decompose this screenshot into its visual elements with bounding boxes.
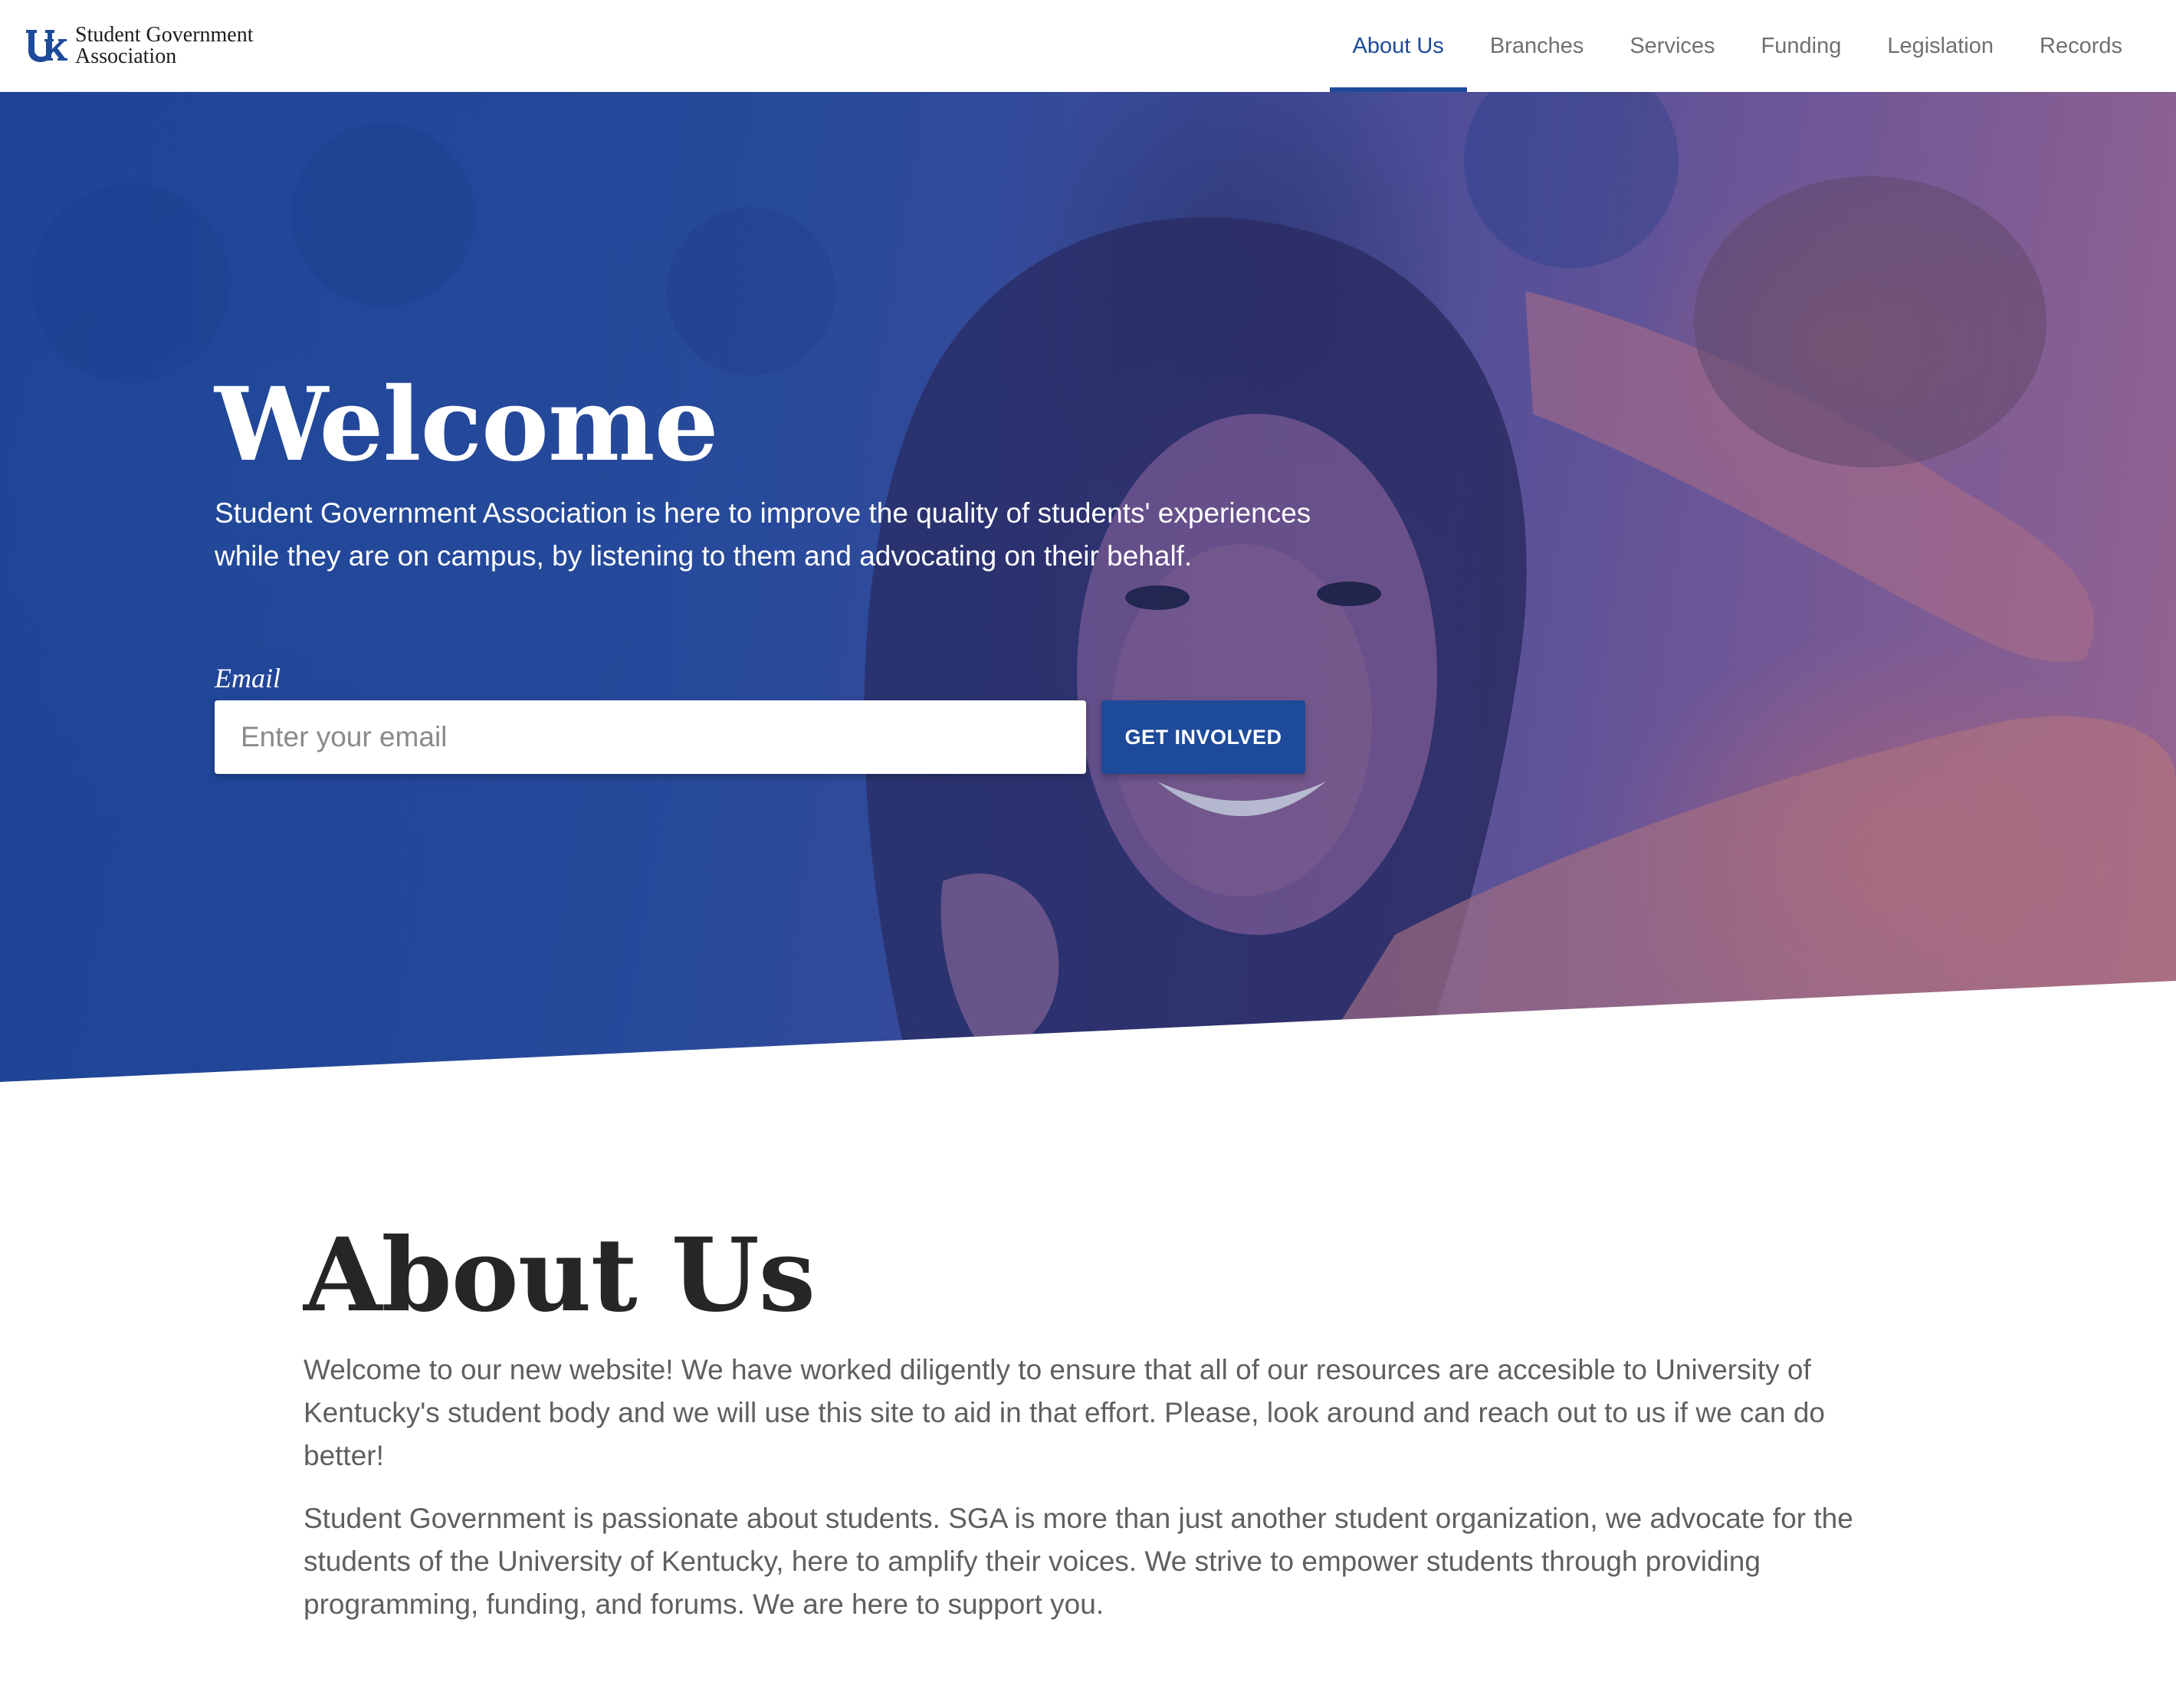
email-input[interactable] — [215, 700, 1086, 774]
brand-logo-link[interactable]: Student Government Association — [25, 25, 254, 67]
get-involved-button[interactable]: GET INVOLVED — [1101, 700, 1305, 774]
hero-title: Welcome — [215, 366, 719, 484]
about-title: About Us — [304, 1216, 816, 1335]
about-paragraph-1: Welcome to our new website! We have work… — [304, 1354, 1826, 1471]
about-paragraph-2: Student Government is passionate about s… — [304, 1503, 1853, 1620]
about-section: About Us Welcome to our new website! We … — [304, 1218, 1867, 1626]
email-label: Email — [215, 663, 281, 693]
hero-subtitle: Student Government Association is here t… — [215, 497, 1311, 572]
nav-item-legislation[interactable]: Legislation — [1864, 0, 2017, 92]
hero-content: Welcome Student Government Association i… — [215, 368, 1334, 774]
brand-name-line2: Association — [75, 44, 177, 68]
nav-item-about-us[interactable]: About Us — [1329, 0, 1468, 92]
nav-item-services[interactable]: Services — [1607, 0, 1738, 92]
hero-section: Welcome Student Government Association i… — [0, 92, 2176, 1082]
nav-item-branches[interactable]: Branches — [1467, 0, 1607, 92]
site-header: Student Government Association About Us … — [0, 0, 2176, 92]
nav-item-records[interactable]: Records — [2017, 0, 2145, 92]
brand-name: Student Government Association — [75, 25, 254, 67]
uk-logo-icon — [26, 30, 67, 62]
signup-form: GET INVOLVED — [215, 700, 1334, 774]
brand-name-line1: Student Government — [75, 23, 254, 47]
nav-item-funding[interactable]: Funding — [1738, 0, 1865, 92]
main-nav: About Us Branches Services Funding Legis… — [1329, 0, 2145, 92]
